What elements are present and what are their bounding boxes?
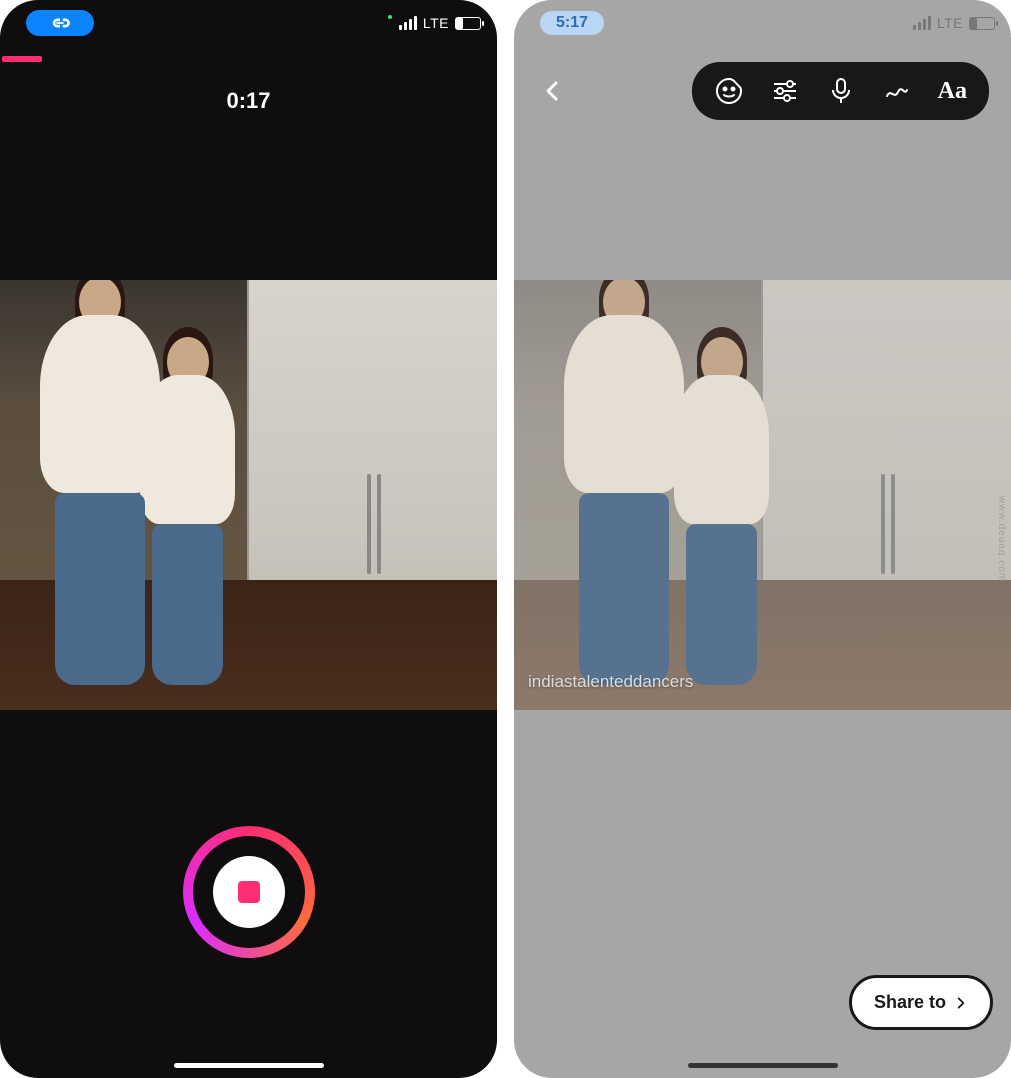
recording-progress-bar [2, 56, 42, 62]
record-button-area [183, 826, 315, 958]
editor-top-bar: Aa [514, 62, 1011, 120]
status-time: 5:17 [540, 11, 604, 35]
mic-button[interactable] [826, 76, 856, 106]
signal-icon [913, 16, 931, 30]
link-status-pill[interactable] [26, 10, 94, 36]
stop-icon [238, 881, 260, 903]
home-indicator[interactable] [174, 1063, 324, 1068]
activity-dot-icon [388, 15, 392, 19]
status-right: LTE [388, 15, 481, 31]
chevron-right-icon [954, 996, 968, 1010]
sliders-icon [770, 76, 800, 106]
squiggle-icon [882, 76, 912, 106]
video-preview [0, 280, 497, 710]
network-label: LTE [423, 15, 449, 31]
text-button[interactable]: Aa [938, 78, 967, 105]
story-preview[interactable]: indiastalenteddancers [514, 280, 1011, 710]
watermark: www.deuaq.com [996, 496, 1007, 582]
status-bar: 5:17 LTE [514, 0, 1011, 46]
chevron-left-icon [541, 79, 565, 103]
mic-icon [826, 76, 856, 106]
battery-icon [455, 17, 481, 30]
sticker-icon [714, 76, 744, 106]
share-to-button[interactable]: Share to [849, 975, 993, 1030]
record-button[interactable] [183, 826, 315, 958]
signal-icon [399, 16, 417, 30]
link-icon [42, 14, 78, 32]
adjust-button[interactable] [770, 76, 800, 106]
status-bar: LTE [0, 0, 497, 46]
screenshot-right-editor: 5:17 LTE [514, 0, 1011, 1078]
battery-icon [969, 17, 995, 30]
sticker-button[interactable] [714, 76, 744, 106]
story-caption: indiastalenteddancers [528, 672, 693, 692]
screenshot-left-recording: LTE 0:17 [0, 0, 497, 1078]
home-indicator[interactable] [688, 1063, 838, 1068]
network-label: LTE [937, 15, 963, 31]
status-right: LTE [913, 15, 995, 31]
editor-toolbar: Aa [692, 62, 989, 120]
share-label: Share to [874, 992, 946, 1013]
back-button[interactable] [536, 74, 570, 108]
recording-timer: 0:17 [0, 88, 497, 114]
draw-button[interactable] [882, 76, 912, 106]
